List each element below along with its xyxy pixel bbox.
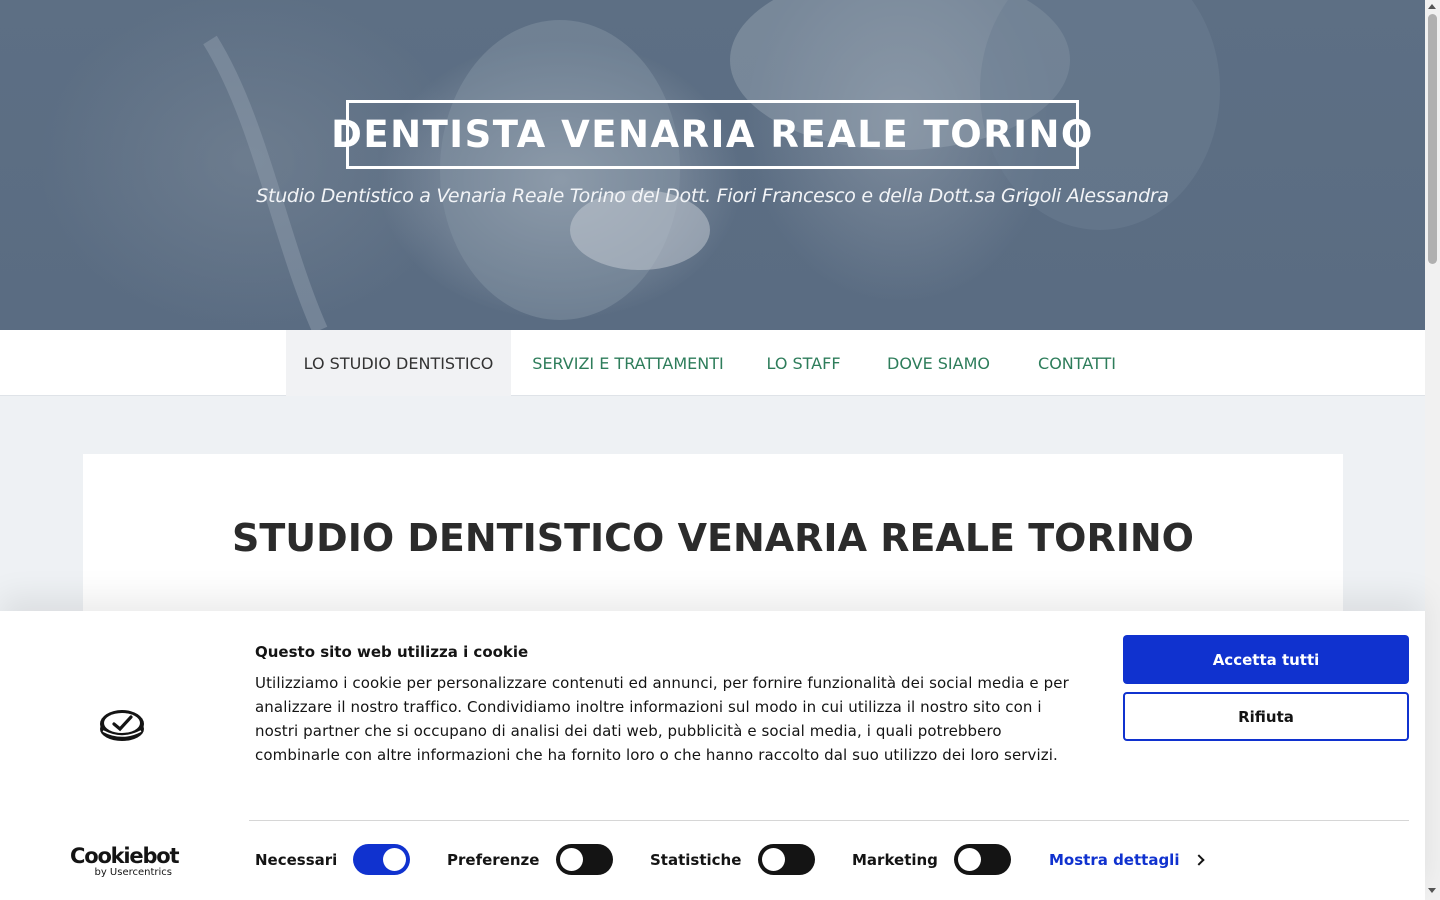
nav-item-servizi-e-trattamenti[interactable]: SERVIZI E TRATTAMENTI: [526, 330, 730, 396]
toggle-label-statistiche: Statistiche: [650, 851, 742, 869]
hero-subtitle: Studio Dentistico a Venaria Reale Torino…: [256, 185, 1169, 207]
hero-banner: DENTISTA VENARIA REALE TORINO Studio Den…: [0, 0, 1425, 330]
toggle-knob: [383, 848, 406, 871]
nav-item-contatti[interactable]: CONTATTI: [1027, 330, 1127, 396]
scrollbar-thumb[interactable]: [1428, 14, 1437, 264]
cookie-banner-text: Utilizziamo i cookie per personalizzare …: [255, 674, 1069, 764]
cookie-banner-divider: [249, 820, 1409, 821]
toggle-knob: [762, 848, 785, 871]
hero-title-box: DENTISTA VENARIA REALE TORINO: [331, 100, 1092, 169]
consent-statistiche: Statistiche: [650, 845, 741, 875]
reject-button[interactable]: Rifiuta: [1123, 692, 1409, 741]
show-details-label: Mostra dettagli: [1049, 851, 1180, 869]
cookiebot-brand-name: Cookiebot: [70, 844, 180, 868]
cookie-banner-title: Questo sito web utilizza i cookie: [255, 643, 529, 661]
nav-item-lo-studio-dentistico[interactable]: LO STUDIO DENTISTICO: [286, 330, 511, 396]
toggle-necessari[interactable]: [353, 844, 410, 875]
hero-title: DENTISTA VENARIA REALE TORINO: [331, 113, 1094, 156]
nav-item-lo-staff[interactable]: LO STAFF: [755, 330, 852, 396]
cookiebot-brand-logo: Cookiebot by Usercentrics: [70, 844, 180, 878]
toggle-knob: [560, 848, 583, 871]
page-scrollbar[interactable]: [1425, 0, 1440, 900]
page-heading: STUDIO DENTISTICO VENARIA REALE TORINO: [232, 516, 1194, 560]
show-details-link[interactable]: Mostra dettagli: [1049, 851, 1206, 869]
toggle-label-preferenze: Preferenze: [447, 851, 540, 869]
toggle-label-marketing: Marketing: [852, 851, 938, 869]
chevron-right-icon: [1193, 854, 1206, 866]
toggle-preferenze[interactable]: [556, 844, 613, 875]
toggle-marketing[interactable]: [954, 844, 1011, 875]
nav-item-dove-siamo[interactable]: DOVE SIAMO: [878, 330, 999, 396]
toggle-knob: [958, 848, 981, 871]
consent-preferenze: Preferenze: [447, 845, 539, 875]
toggle-label-necessari: Necessari: [255, 851, 338, 869]
content-card: STUDIO DENTISTICO VENARIA REALE TORINO: [83, 454, 1343, 624]
toggle-statistiche[interactable]: [758, 844, 815, 875]
consent-marketing: Marketing: [852, 845, 938, 875]
scroll-down-arrow-icon[interactable]: [1428, 888, 1436, 893]
cookie-consent-banner: Questo sito web utilizza i cookie Utiliz…: [0, 611, 1425, 900]
consent-necessari: Necessari: [255, 845, 337, 875]
main-navigation: LO STUDIO DENTISTICO SERVIZI E TRATTAMEN…: [0, 330, 1425, 396]
cookiebot-logo-icon: [100, 710, 144, 741]
scroll-up-arrow-icon[interactable]: [1428, 4, 1436, 9]
accept-all-button[interactable]: Accetta tutti: [1123, 635, 1409, 684]
cookiebot-brand-byline: by Usercentrics: [94, 867, 172, 878]
